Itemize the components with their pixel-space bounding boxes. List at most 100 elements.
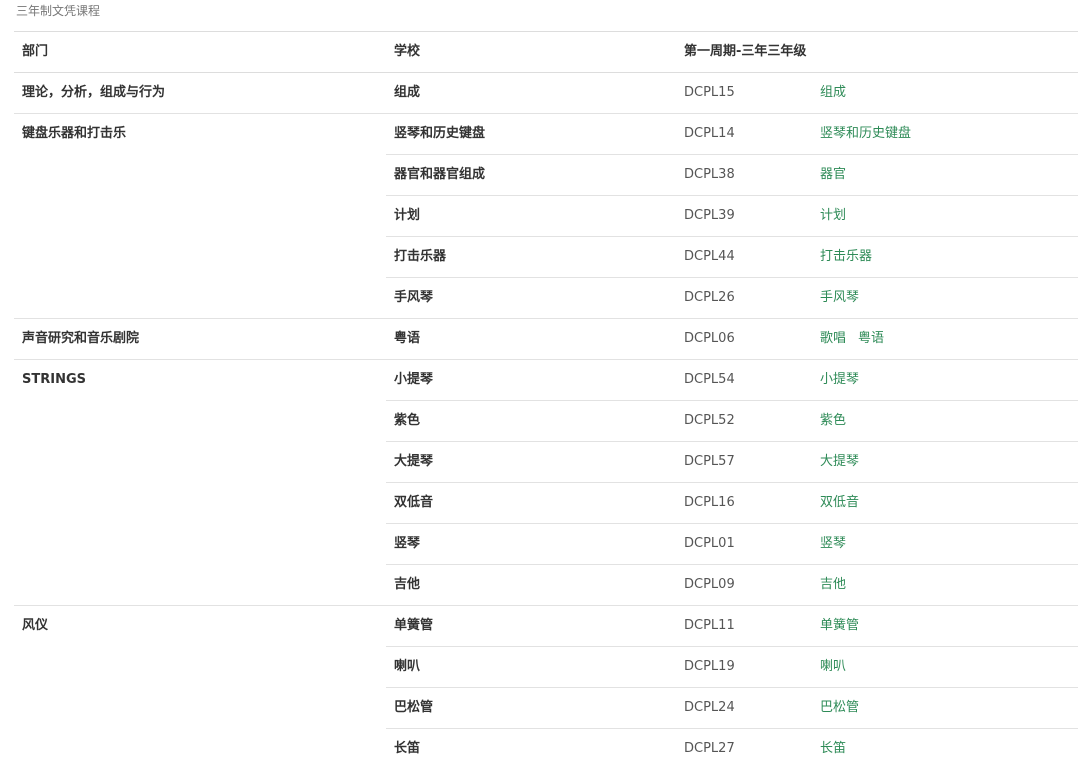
school-cell: 计划 xyxy=(386,196,676,237)
program-link[interactable]: 喇叭 xyxy=(820,659,846,674)
school-cell: 吉他 xyxy=(386,565,676,606)
school-cell: 竖琴 xyxy=(386,524,676,565)
school-cell: 喇叭 xyxy=(386,647,676,688)
table-row: 计划DCPL39计划 xyxy=(14,196,1078,237)
department-cell xyxy=(14,155,386,196)
program-link-cell: 吉他 xyxy=(812,565,1078,606)
department-cell xyxy=(14,442,386,483)
department-cell: STRINGS xyxy=(14,360,386,401)
school-cell: 双低音 xyxy=(386,483,676,524)
program-table: 部门 学校 第一周期-三年三年级 理论，分析，组成与行为组成DCPL15组成键盘… xyxy=(14,31,1078,769)
program-link-cell: 小提琴 xyxy=(812,360,1078,401)
school-cell: 大提琴 xyxy=(386,442,676,483)
table-row: 键盘乐器和打击乐竖琴和历史键盘DCPL14竖琴和历史键盘 xyxy=(14,114,1078,155)
program-link[interactable]: 器官 xyxy=(820,167,846,182)
department-cell xyxy=(14,565,386,606)
table-row: 大提琴DCPL57大提琴 xyxy=(14,442,1078,483)
program-code-cell: DCPL38 xyxy=(676,155,812,196)
department-cell: 理论，分析，组成与行为 xyxy=(14,73,386,114)
school-cell: 竖琴和历史键盘 xyxy=(386,114,676,155)
department-cell xyxy=(14,483,386,524)
program-link[interactable]: 竖琴 xyxy=(820,536,846,551)
department-cell xyxy=(14,237,386,278)
program-link-cell: 打击乐器 xyxy=(812,237,1078,278)
school-cell: 器官和器官组成 xyxy=(386,155,676,196)
program-link-cell: 手风琴 xyxy=(812,278,1078,319)
program-link-cell: 大提琴 xyxy=(812,442,1078,483)
program-link-cell: 竖琴 xyxy=(812,524,1078,565)
table-row: 器官和器官组成DCPL38 器官 xyxy=(14,155,1078,196)
program-code-cell: DCPL06 xyxy=(676,319,812,360)
school-cell: 组成 xyxy=(386,73,676,114)
table-row: 打击乐器DCPL44打击乐器 xyxy=(14,237,1078,278)
program-link-cell: 歌唱粤语 xyxy=(812,319,1078,360)
program-link[interactable]: 小提琴 xyxy=(820,372,859,387)
program-code-cell: DCPL52 xyxy=(676,401,812,442)
program-link[interactable]: 吉他 xyxy=(820,577,846,592)
table-header: 部门 学校 第一周期-三年三年级 xyxy=(14,32,1078,73)
program-link-cell: 双低音 xyxy=(812,483,1078,524)
program-link[interactable]: 竖琴和历史键盘 xyxy=(820,126,911,141)
department-cell xyxy=(14,688,386,729)
program-code-cell: DCPL19 xyxy=(676,647,812,688)
program-link[interactable]: 歌唱 xyxy=(820,331,846,346)
program-link[interactable]: 打击乐器 xyxy=(820,249,872,264)
table-row: 吉他DCPL09吉他 xyxy=(14,565,1078,606)
program-code-cell: DCPL24 xyxy=(676,688,812,729)
school-cell: 单簧管 xyxy=(386,606,676,647)
table-row: 双低音DCPL16双低音 xyxy=(14,483,1078,524)
program-link-cell: 计划 xyxy=(812,196,1078,237)
table-caption: 三年制文凭课程 xyxy=(16,3,100,19)
program-link[interactable]: 计划 xyxy=(820,208,846,223)
program-link[interactable]: 紫色 xyxy=(820,413,846,428)
table-row: 风仪单簧管DCPL11单簧管 xyxy=(14,606,1078,647)
program-link[interactable]: 组成 xyxy=(820,85,846,100)
program-link[interactable]: 大提琴 xyxy=(820,454,859,469)
program-code-cell: DCPL26 xyxy=(676,278,812,319)
header-period: 第一周期-三年三年级 xyxy=(676,32,1078,73)
program-link[interactable]: 巴松管 xyxy=(820,700,859,715)
table-row: 喇叭DCPL19喇叭 xyxy=(14,647,1078,688)
table-body: 理论，分析，组成与行为组成DCPL15组成键盘乐器和打击乐竖琴和历史键盘DCPL… xyxy=(14,73,1078,769)
department-cell: 声音研究和音乐剧院 xyxy=(14,319,386,360)
program-link-cell: 紫色 xyxy=(812,401,1078,442)
school-cell: 打击乐器 xyxy=(386,237,676,278)
program-link[interactable]: 手风琴 xyxy=(820,290,859,305)
school-cell: 长笛 xyxy=(386,729,676,769)
program-code-cell: DCPL44 xyxy=(676,237,812,278)
program-code-cell: DCPL54 xyxy=(676,360,812,401)
program-link[interactable]: 粤语 xyxy=(858,331,884,346)
program-link-cell: 喇叭 xyxy=(812,647,1078,688)
department-cell xyxy=(14,196,386,237)
program-link[interactable]: 单簧管 xyxy=(820,618,859,633)
program-code-cell: DCPL14 xyxy=(676,114,812,155)
school-cell: 巴松管 xyxy=(386,688,676,729)
table-row: 竖琴DCPL01竖琴 xyxy=(14,524,1078,565)
program-code-cell: DCPL57 xyxy=(676,442,812,483)
table-row: 声音研究和音乐剧院粤语DCPL06歌唱粤语 xyxy=(14,319,1078,360)
program-link[interactable]: 双低音 xyxy=(820,495,859,510)
program-link-cell: 单簧管 xyxy=(812,606,1078,647)
department-cell xyxy=(14,647,386,688)
table-row: 长笛DCPL27长笛 xyxy=(14,729,1078,769)
header-row: 部门 学校 第一周期-三年三年级 xyxy=(14,32,1078,73)
program-link-cell: 巴松管 xyxy=(812,688,1078,729)
program-link[interactable]: 长笛 xyxy=(820,741,846,756)
program-link-cell: 竖琴和历史键盘 xyxy=(812,114,1078,155)
department-cell: 风仪 xyxy=(14,606,386,647)
department-cell xyxy=(14,729,386,769)
department-cell xyxy=(14,278,386,319)
program-code-cell: DCPL16 xyxy=(676,483,812,524)
school-cell: 粤语 xyxy=(386,319,676,360)
table-row: STRINGS小提琴DCPL54小提琴 xyxy=(14,360,1078,401)
header-school: 学校 xyxy=(386,32,676,73)
program-link-cell: 长笛 xyxy=(812,729,1078,769)
table-row: 理论，分析，组成与行为组成DCPL15组成 xyxy=(14,73,1078,114)
department-cell xyxy=(14,524,386,565)
program-code-cell: DCPL15 xyxy=(676,73,812,114)
department-cell xyxy=(14,401,386,442)
department-cell: 键盘乐器和打击乐 xyxy=(14,114,386,155)
program-code-cell: DCPL01 xyxy=(676,524,812,565)
school-cell: 紫色 xyxy=(386,401,676,442)
program-code-cell: DCPL39 xyxy=(676,196,812,237)
